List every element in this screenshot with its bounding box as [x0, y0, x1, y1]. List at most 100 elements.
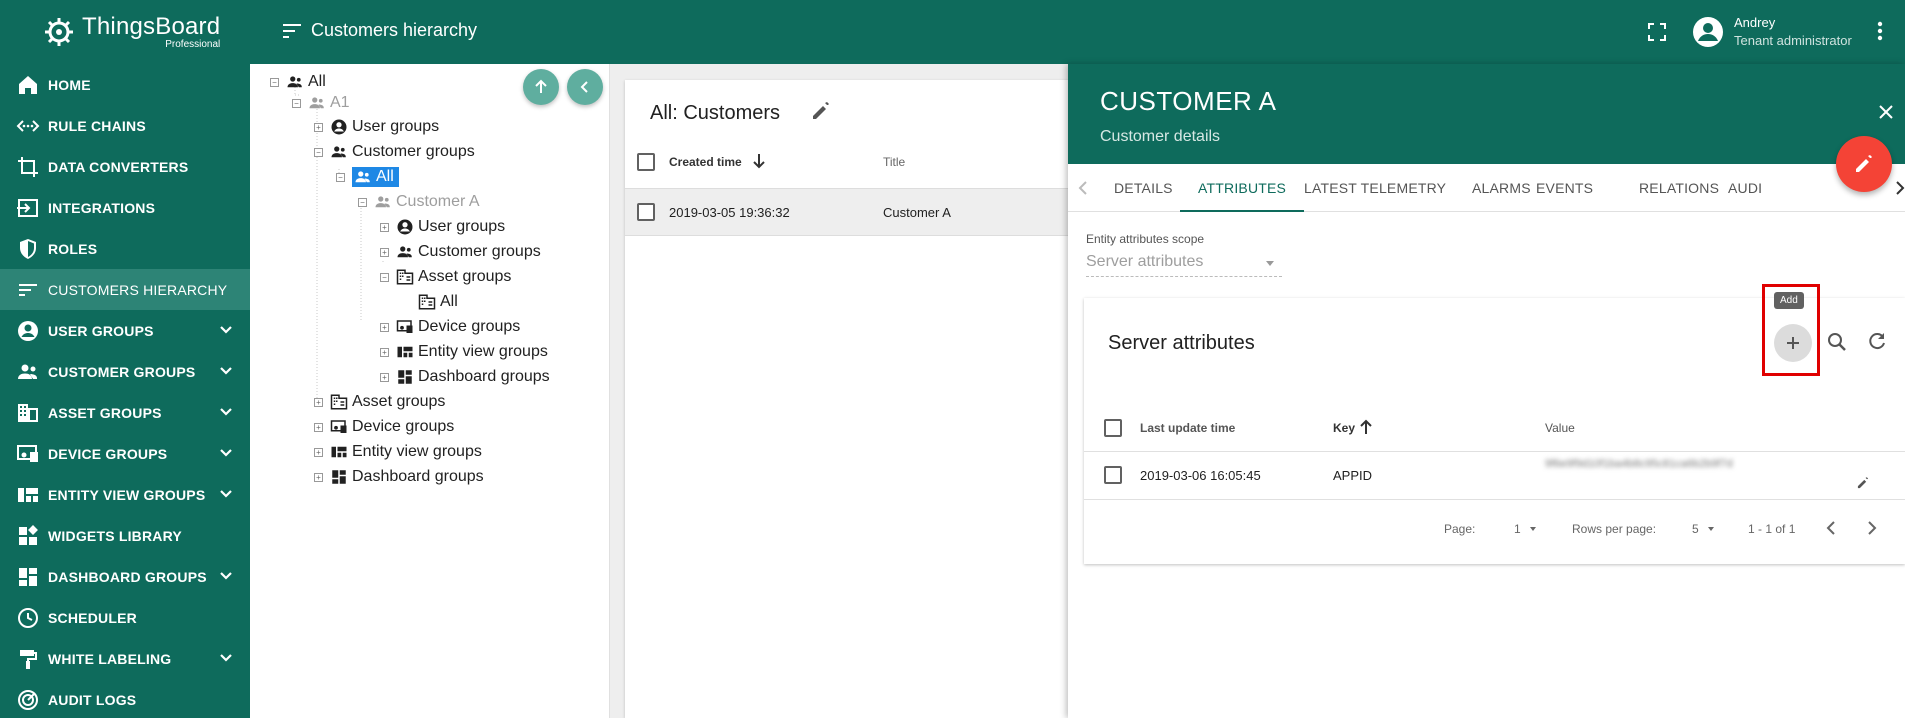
tab-latest-telemetry[interactable]: LATEST TELEMETRY — [1304, 164, 1446, 212]
collapse-icon[interactable]: − — [380, 272, 389, 282]
tab-audi[interactable]: AUDI — [1728, 164, 1762, 212]
arrow-downward-icon[interactable] — [751, 152, 767, 170]
sidebar-item-customer-groups[interactable]: CUSTOMER GROUPS — [0, 351, 250, 392]
expand-icon[interactable]: + — [314, 472, 323, 482]
collapse-icon[interactable]: − — [358, 197, 367, 207]
chevron-down-icon[interactable] — [218, 404, 234, 420]
chevron-down-icon[interactable] — [218, 486, 234, 502]
chevron-left-icon[interactable] — [1078, 180, 1088, 196]
sidebar-item-rule-chains[interactable]: RULE CHAINS — [0, 105, 250, 146]
column-title[interactable]: Title — [883, 155, 905, 169]
collapse-icon[interactable]: − — [270, 77, 279, 87]
tree-node[interactable]: + Entity view groups — [380, 340, 548, 364]
avatar[interactable] — [1692, 16, 1724, 48]
sidebar-item-integrations[interactable]: INTEGRATIONS — [0, 187, 250, 228]
expand-icon[interactable]: + — [380, 222, 389, 232]
expand-icon[interactable]: + — [314, 422, 323, 432]
rows-per-page-select[interactable]: 5 — [1692, 522, 1699, 536]
close-icon[interactable] — [1878, 104, 1894, 120]
tree-node[interactable]: + User groups — [314, 115, 439, 139]
sidebar-item-user-groups[interactable]: USER GROUPS — [0, 310, 250, 351]
chevron-down-icon[interactable] — [218, 650, 234, 666]
sidebar-item-entity-view-groups[interactable]: ENTITY VIEW GROUPS — [0, 474, 250, 515]
column-value[interactable]: Value — [1545, 421, 1575, 435]
arrow-upward-icon[interactable] — [1358, 418, 1374, 436]
chevron-down-icon[interactable] — [218, 445, 234, 461]
server-attributes-card: Server attributes Add Last update time K… — [1084, 284, 1905, 564]
chevron-down-icon[interactable] — [218, 363, 234, 379]
sidebar-item-white-labeling[interactable]: WHITE LABELING — [0, 638, 250, 679]
navigate-up-button[interactable] — [523, 69, 559, 105]
sidebar-item-scheduler[interactable]: SCHEDULER — [0, 597, 250, 638]
search-icon[interactable] — [1826, 331, 1848, 353]
chevron-down-icon[interactable] — [218, 568, 234, 584]
collapse-icon[interactable]: − — [336, 172, 345, 182]
tree-node[interactable]: − A1 — [292, 91, 350, 115]
details-header: CUSTOMER A Customer details — [1068, 64, 1905, 164]
tab-attributes[interactable]: ATTRIBUTES — [1180, 164, 1305, 212]
tab-alarms[interactable]: ALARMS — [1472, 164, 1531, 212]
expand-icon[interactable]: + — [314, 397, 323, 407]
sidebar-item-dashboard-groups[interactable]: DASHBOARD GROUPS — [0, 556, 250, 597]
add-attribute-button[interactable] — [1774, 324, 1812, 362]
chevron-right-icon[interactable] — [1867, 520, 1877, 536]
expand-icon[interactable]: + — [314, 447, 323, 457]
sidebar-item-audit-logs[interactable]: AUDIT LOGS — [0, 679, 250, 718]
edit-icon[interactable] — [1856, 476, 1870, 490]
row-checkbox[interactable] — [1104, 466, 1122, 484]
expand-icon[interactable]: + — [380, 247, 389, 257]
collapse-icon[interactable]: − — [314, 147, 323, 157]
select-all-checkbox[interactable] — [1104, 419, 1122, 437]
page-select[interactable]: 1 — [1514, 522, 1521, 536]
dashboard-icon — [398, 370, 412, 384]
sidebar-item-data-converters[interactable]: DATA CONVERTERS — [0, 146, 250, 187]
tab-events[interactable]: EVENTS — [1536, 164, 1593, 212]
more-vert-icon[interactable] — [1876, 21, 1884, 41]
scope-select[interactable]: Server attributes — [1086, 253, 1282, 277]
tree-node[interactable]: − Customer A — [358, 190, 480, 214]
tree-node[interactable]: + Device groups — [314, 415, 454, 439]
customer-details-panel: CUSTOMER A Customer details DETAILS ATTRI… — [1068, 64, 1905, 718]
tree-node[interactable]: All — [418, 290, 458, 314]
tree-node[interactable]: + User groups — [380, 215, 505, 239]
tree-node[interactable]: + Entity view groups — [314, 440, 482, 464]
sidebar-item-label: USER GROUPS — [48, 322, 154, 339]
sidebar-item-device-groups[interactable]: DEVICE GROUPS — [0, 433, 250, 474]
tree-node[interactable]: + Customer groups — [380, 240, 541, 264]
collapse-tree-button[interactable] — [567, 69, 603, 105]
table-row[interactable]: 2019-03-05 19:36:32 Customer A — [625, 188, 1070, 236]
edit-icon[interactable] — [810, 100, 832, 122]
row-checkbox[interactable] — [637, 203, 655, 221]
refresh-icon[interactable] — [1866, 331, 1888, 353]
chevron-left-icon[interactable] — [1826, 520, 1836, 536]
table-row[interactable]: 2019-03-06 16:05:45 APPID 9f6e9f9d10f1ba… — [1084, 452, 1905, 500]
sidebar-item-customers-hierarchy[interactable]: CUSTOMERS HIERARCHY — [0, 269, 250, 310]
chevron-down-icon[interactable] — [218, 322, 234, 338]
user-info[interactable]: Andrey Tenant administrator — [1734, 14, 1852, 50]
sidebar-item-widgets-library[interactable]: WIDGETS LIBRARY — [0, 515, 250, 556]
tree-node[interactable]: + Device groups — [380, 315, 520, 339]
collapse-icon[interactable]: − — [292, 98, 301, 108]
tab-details[interactable]: DETAILS — [1114, 164, 1173, 212]
fullscreen-icon[interactable] — [1647, 22, 1667, 42]
tab-relations[interactable]: RELATIONS — [1639, 164, 1719, 212]
sidebar-item-asset-groups[interactable]: ASSET GROUPS — [0, 392, 250, 433]
expand-icon[interactable]: + — [380, 372, 389, 382]
select-all-checkbox[interactable] — [637, 153, 655, 171]
logo[interactable]: ThingsBoard Professional — [0, 0, 250, 64]
column-last-update-time[interactable]: Last update time — [1140, 421, 1235, 435]
tree-node[interactable]: + Dashboard groups — [380, 365, 550, 389]
column-key[interactable]: Key — [1333, 421, 1355, 435]
expand-icon[interactable]: + — [314, 122, 323, 132]
expand-icon[interactable]: + — [380, 322, 389, 332]
tree-node[interactable]: + Dashboard groups — [314, 465, 484, 489]
tree-node[interactable]: − All — [336, 165, 399, 189]
chevron-right-icon[interactable] — [1895, 180, 1905, 196]
tree-node[interactable]: − Customer groups — [314, 140, 475, 164]
tree-node[interactable]: − Asset groups — [380, 265, 511, 289]
sidebar-item-home[interactable]: HOME — [0, 64, 250, 105]
tree-node[interactable]: + Asset groups — [314, 390, 445, 414]
column-created-time[interactable]: Created time — [669, 155, 742, 169]
sidebar-item-roles[interactable]: ROLES — [0, 228, 250, 269]
expand-icon[interactable]: + — [380, 347, 389, 357]
